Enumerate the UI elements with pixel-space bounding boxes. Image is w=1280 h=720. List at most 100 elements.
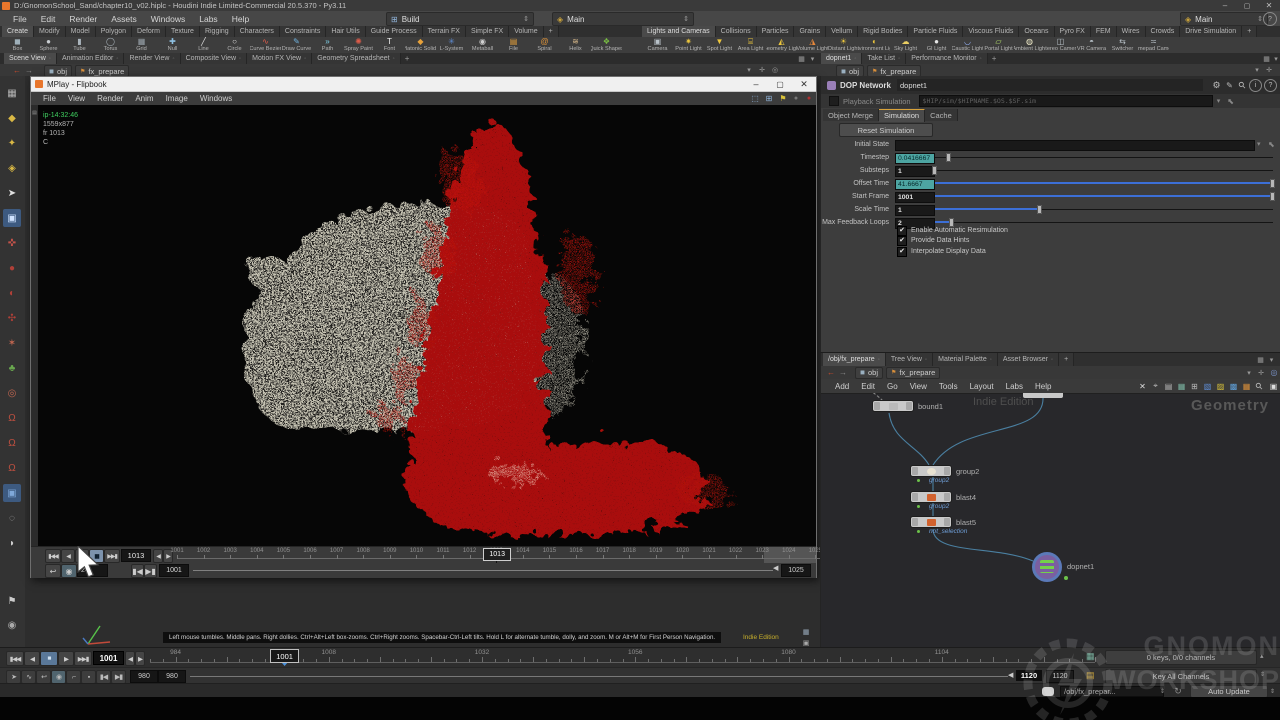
shelf-tool-line[interactable]: ╱Line	[188, 37, 219, 53]
path-pin-icon[interactable]: ✛	[1255, 369, 1267, 377]
node-bound1[interactable]	[873, 401, 913, 411]
keyframe-palette-icon[interactable]: ▦	[1086, 651, 1095, 662]
shelf-tool-geometry-light[interactable]: ◭Geometry Light	[766, 37, 797, 53]
net-menu-edit[interactable]: Edit	[855, 382, 881, 391]
key-all-stepper-icon[interactable]: ⇕	[1260, 671, 1265, 678]
net-tool-color2-icon[interactable]: ▨	[1214, 382, 1227, 391]
shelf-tool-ambient-light[interactable]: ◍Ambient Light	[1014, 37, 1045, 53]
objects-tool-icon[interactable]: ◆	[3, 109, 21, 127]
net-tab-item[interactable]: +	[1059, 353, 1074, 366]
mplay-menu-render[interactable]: Render	[91, 94, 129, 103]
shelf-tool-draw-curve[interactable]: ✎Draw Curve	[281, 37, 312, 53]
path-pin-icon[interactable]: ✛	[1264, 65, 1274, 75]
mplay-maximize-button[interactable]: ▢	[768, 80, 792, 89]
node-flag-left[interactable]	[912, 467, 918, 475]
shelf-tool-sphere[interactable]: ●Sphere	[33, 37, 64, 53]
shelf-tool-spray-paint[interactable]: ✺Spray Paint	[343, 37, 374, 53]
param-slider-track[interactable]	[935, 157, 1273, 158]
shelf-tool-switcher[interactable]: ⇆Switcher	[1107, 37, 1138, 53]
mplay-frame-dec-button[interactable]: ◀	[153, 549, 163, 563]
shelf-tool-path[interactable]: »Path	[312, 37, 343, 53]
shelf-tab-modify[interactable]: Modify	[34, 26, 66, 37]
shelf-tool-spiral[interactable]: @Spiral	[529, 37, 560, 53]
nav-forward-icon[interactable]: →	[837, 368, 849, 377]
magnet-three-icon[interactable]: Ω	[3, 459, 21, 477]
menu-help[interactable]: Help	[225, 14, 256, 24]
diamond-tool-icon[interactable]: ◈	[3, 159, 21, 177]
mplay-forward-end-button[interactable]: ▶▶▮	[104, 549, 120, 563]
shelf-tab-lights-and-cameras[interactable]: Lights and Cameras	[642, 26, 716, 37]
star-tool-icon[interactable]: ✦	[3, 134, 21, 152]
pane-tab-composite-view[interactable]: Composite View◦	[181, 53, 248, 64]
param-slider-track[interactable]	[935, 170, 1273, 171]
magnifier-icon[interactable]: ⚲	[1234, 77, 1251, 94]
shelf-tab-constraints[interactable]: Constraints	[280, 26, 326, 37]
scale-tool-icon[interactable]: ✣	[3, 309, 21, 327]
view-camera-icon[interactable]: ◉	[3, 616, 21, 634]
nav-back-icon[interactable]: ←	[825, 368, 837, 377]
path-dropdown-icon[interactable]: ▾	[1243, 369, 1255, 377]
tab-close-icon[interactable]: ◦	[925, 357, 927, 363]
shelf-tool-area-light[interactable]: ⌸Area Light	[735, 37, 766, 53]
net-tool-color3-icon[interactable]: ▩	[1227, 382, 1240, 391]
mplay-record-icon[interactable]: ●	[802, 95, 816, 102]
pick-path-icon[interactable]: ⬉	[1225, 97, 1237, 106]
shelf-tool-volume-light[interactable]: ◮Volume Light	[797, 37, 828, 53]
shelf-tool-gi-light[interactable]: ●GI Light	[921, 37, 952, 53]
keys-up-icon[interactable]: ▴	[1260, 652, 1264, 660]
pane-dropdown-icon[interactable]: ▾	[1272, 54, 1280, 63]
net-tool-list-icon[interactable]: ▤	[1162, 382, 1175, 391]
menu-edit[interactable]: Edit	[34, 14, 63, 24]
tree-tool-icon[interactable]: ♣	[3, 359, 21, 377]
shelf-tool-gamepad-camera[interactable]: ≍Gamepad Camera	[1138, 37, 1169, 53]
magnet-two-icon[interactable]: Ω	[3, 434, 21, 452]
mplay-menu-file[interactable]: File	[37, 94, 62, 103]
shelf-tool-camera[interactable]: ▣Camera	[642, 37, 673, 53]
mplay-range-start-button[interactable]: ▮◀	[131, 564, 144, 578]
shelf-tab-pyro-fx[interactable]: Pyro FX	[1055, 26, 1091, 37]
param-slider-handle[interactable]	[1270, 179, 1275, 188]
tab-close-icon[interactable]: ◦	[980, 56, 982, 62]
realtime-toggle-icon[interactable]: ◉	[51, 670, 66, 684]
reset-simulation-button[interactable]: Reset Simulation	[839, 123, 933, 137]
net-frame-icon[interactable]: ▣	[1266, 382, 1280, 391]
tab-close-icon[interactable]: ◦	[116, 56, 118, 62]
shelf-tab-grains[interactable]: Grains	[794, 26, 826, 37]
key-colors-icon[interactable]: ▤	[1086, 670, 1095, 681]
shelf-tab-simple-fx[interactable]: Simple FX	[466, 26, 509, 37]
shelf-tool-metaball[interactable]: ◉Metaball	[467, 37, 498, 53]
dop-tab-simulation[interactable]: Simulation	[879, 109, 925, 122]
param-file-field[interactable]	[895, 140, 1255, 151]
tab-close-icon[interactable]: ◦	[239, 56, 241, 62]
checkbox-interpolate-display-data[interactable]: ✔	[897, 247, 907, 257]
status-stepper-icon[interactable]: ⇕	[1158, 686, 1167, 697]
node-flag-right[interactable]	[906, 402, 912, 410]
param-value-field[interactable]: 1	[895, 166, 935, 177]
auto-update-stepper-icon[interactable]: ⇕	[1268, 686, 1277, 697]
tl-range-end-box[interactable]: 1120	[1016, 670, 1042, 681]
maximize-button[interactable]: ▢	[1236, 2, 1258, 10]
dropdown-icon[interactable]: ▾	[1257, 140, 1261, 148]
mplay-minimize-button[interactable]: –	[744, 79, 768, 89]
next-key-icon[interactable]: ▶▮	[111, 670, 126, 684]
menu-windows[interactable]: Windows	[144, 14, 192, 24]
dropdown-icon[interactable]: ▾	[1213, 97, 1225, 105]
shelf-tool-stereo-camera[interactable]: ◫Stereo Camera	[1045, 37, 1076, 53]
mplay-record-off-icon[interactable]: ●	[790, 95, 802, 102]
status-path-field[interactable]: /obj/fx_prepar...	[1060, 686, 1164, 697]
shelf-tab-volume[interactable]: Volume	[509, 26, 543, 37]
node-blast5[interactable]	[911, 517, 951, 527]
tl-stop-button[interactable]: ■	[40, 651, 58, 666]
net-tool-hierarchy-icon[interactable]: ⌖	[1149, 381, 1162, 391]
mplay-titlebar[interactable]: MPlay - Flipbook – ▢ ✕	[31, 77, 816, 92]
net-menu-labs[interactable]: Labs	[1000, 382, 1029, 391]
shelf-tab-hair-utils[interactable]: Hair Utils	[326, 26, 365, 37]
pane-menu-icon[interactable]: ▦	[797, 54, 806, 63]
pane-dropdown-icon[interactable]: ▾	[808, 54, 817, 63]
shelf-tab-drive-simulation[interactable]: Drive Simulation	[1180, 26, 1242, 37]
net-menu-help[interactable]: Help	[1029, 382, 1057, 391]
mplay-current-frame-field[interactable]: 1013	[121, 549, 151, 562]
shelf-tab-vellum[interactable]: Vellum	[826, 26, 858, 37]
shelf-tool-helix[interactable]: ≋Helix	[560, 37, 591, 53]
net-tab-tree-view[interactable]: Tree View◦	[886, 353, 933, 366]
